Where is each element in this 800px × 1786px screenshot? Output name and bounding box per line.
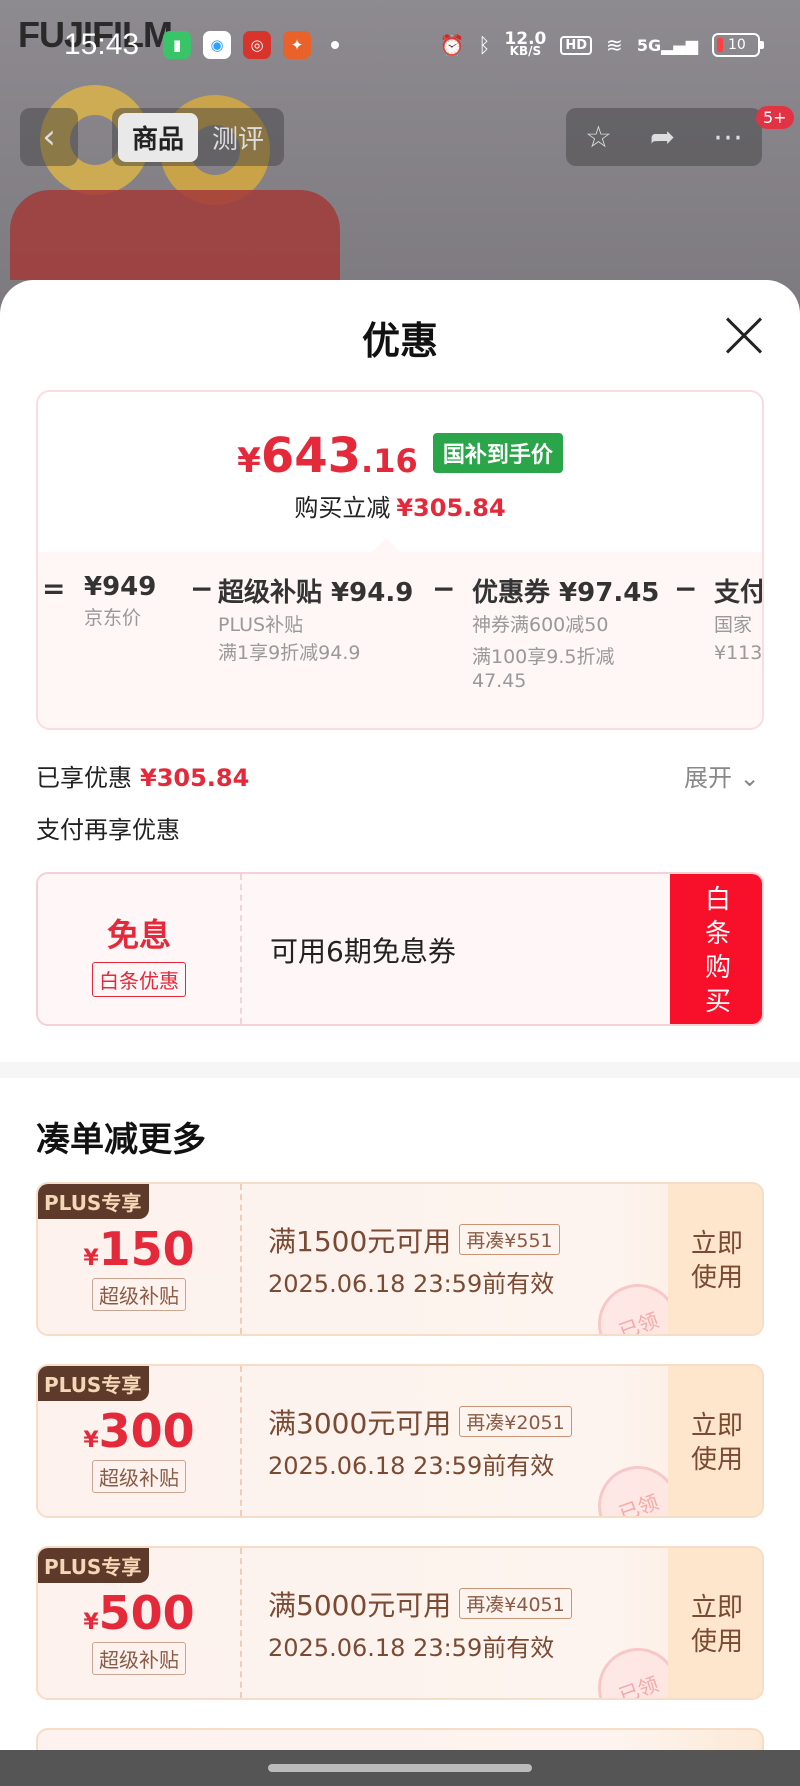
breakdown-item: ¥949 京东价 — [84, 572, 157, 629]
coupon-validity: 2025.06.18 23:59前有效 — [268, 1452, 555, 1480]
chevron-left-icon: ‹ — [42, 117, 56, 157]
minus-icon: − — [190, 572, 214, 605]
coupon-card: PLUS专享 ¥500 超级补贴 满5000元可用 再凑¥4051 2025.06… — [36, 1546, 764, 1700]
coupon-tag: 超级补贴 — [92, 1642, 186, 1675]
hd-icon: HD — [560, 35, 593, 55]
pay-more-label: 支付再享优惠 — [36, 816, 180, 844]
interest-tag: 白条优惠 — [92, 962, 186, 997]
use-coupon-button[interactable]: 立即使用 — [668, 1366, 762, 1516]
subsidy-price-tag: 国补到手价 — [432, 433, 563, 473]
use-coupon-button[interactable]: 立即使用 — [668, 1548, 762, 1698]
enjoyed-discount: 已享优惠 ¥305.84 — [36, 764, 250, 792]
signal-icon: 5G▂▄▆ — [636, 35, 698, 55]
alarm-icon: ⏰ — [439, 33, 465, 57]
nav-tabs: 商品 测评 — [112, 108, 285, 166]
home-indicator[interactable] — [268, 1764, 532, 1772]
bluetooth-icon: ᛒ — [478, 33, 491, 57]
battery-app-icon: ▮ — [163, 31, 192, 59]
minus-icon: − — [674, 572, 698, 605]
tab-product[interactable]: 商品 — [118, 112, 199, 162]
shop-app-icon: ◎ — [243, 31, 272, 59]
coupon-condition: 满5000元可用 再凑¥4051 — [268, 1584, 572, 1624]
coupon-card: PLUS专享 ¥150 超级补贴 满1500元可用 再凑¥551 2025.06.… — [36, 1182, 764, 1336]
coupon-validity: 2025.06.18 23:59前有效 — [268, 1634, 555, 1662]
wifi-icon: ≋ — [606, 33, 623, 57]
breakdown-item: 优惠券 ¥97.45 神券满600减50 满100享9.5折减47.45 — [472, 578, 660, 692]
share-icon[interactable]: ➦ — [650, 120, 675, 155]
final-price: ¥643.16 — [237, 428, 418, 484]
promo-banner-art — [10, 190, 340, 280]
interest-title: 免息 — [106, 916, 171, 954]
baitiao-buy-button[interactable]: 白条购买 — [670, 874, 762, 1024]
gesture-bar — [0, 1750, 800, 1786]
discount-sheet: 优惠 ¥643.16 国补到手价 购买立减 ¥305.84 = ¥949 京东价 … — [0, 280, 800, 1750]
coupon-tag: 超级补贴 — [92, 1460, 186, 1493]
battery-icon: 10 — [712, 33, 764, 57]
game-app-icon: ✦ — [283, 31, 312, 59]
tab-review[interactable]: 测评 — [198, 113, 278, 162]
use-coupon-button[interactable]: 立即使用 — [668, 1184, 762, 1334]
nav-actions: ☆ ➦ ⋯ — [566, 108, 762, 166]
coupon-card-partial — [36, 1728, 764, 1750]
equals-icon: = — [42, 572, 66, 605]
expand-button[interactable]: 展开 ⌄ — [684, 758, 760, 793]
status-bar: 15:43 ▮ ◉ ◎ ✦ ⏰ ᛒ 12.0 KB/S HD ≋ 5G▂▄▆ 10 — [0, 0, 800, 90]
purchase-reduction: 购买立减 ¥305.84 — [294, 494, 506, 522]
coupon-amount: ¥150 — [83, 1222, 195, 1276]
coupon-amount: ¥300 — [83, 1404, 195, 1458]
coupon-card: PLUS专享 ¥300 超级补贴 满3000元可用 再凑¥2051 2025.06… — [36, 1364, 764, 1518]
close-icon[interactable] — [724, 316, 764, 356]
price-breakdown: = ¥949 京东价 − 超级补贴 ¥94.9 PLUS补贴 满1享9折减94.… — [38, 552, 764, 728]
back-button[interactable]: ‹ — [20, 108, 78, 166]
breakdown-item: 支付 国家 ¥113. — [714, 578, 764, 664]
more-notifications-icon — [331, 41, 340, 49]
price-card: ¥643.16 国补到手价 购买立减 ¥305.84 = ¥949 京东价 − 超… — [36, 390, 764, 730]
section-title: 凑单减更多 — [36, 1120, 206, 1160]
coupon-tag: 超级补贴 — [92, 1278, 186, 1311]
chat-app-icon: ◉ — [203, 31, 232, 59]
more-icon[interactable]: ⋯ — [713, 120, 743, 155]
coupon-validity: 2025.06.18 23:59前有效 — [268, 1270, 555, 1298]
message-badge: 5+ — [756, 106, 794, 129]
breakdown-item: 超级补贴 ¥94.9 PLUS补贴 满1享9折减94.9 — [218, 578, 414, 664]
network-speed: 12.0 KB/S — [504, 29, 547, 58]
status-time: 15:43 — [64, 28, 140, 61]
coupon-condition: 满3000元可用 再凑¥2051 — [268, 1402, 572, 1442]
sheet-title: 优惠 — [361, 319, 438, 363]
interest-text: 可用6期免息券 — [270, 935, 456, 968]
interest-free-card: 免息 白条优惠 可用6期免息券 白条购买 — [36, 872, 764, 1026]
favorite-star-icon[interactable]: ☆ — [585, 120, 612, 155]
minus-icon: − — [432, 572, 456, 605]
chevron-down-icon: ⌄ — [739, 764, 760, 792]
coupon-condition: 满1500元可用 再凑¥551 — [268, 1220, 560, 1260]
section-divider — [0, 1062, 800, 1078]
coupon-amount: ¥500 — [83, 1586, 195, 1640]
